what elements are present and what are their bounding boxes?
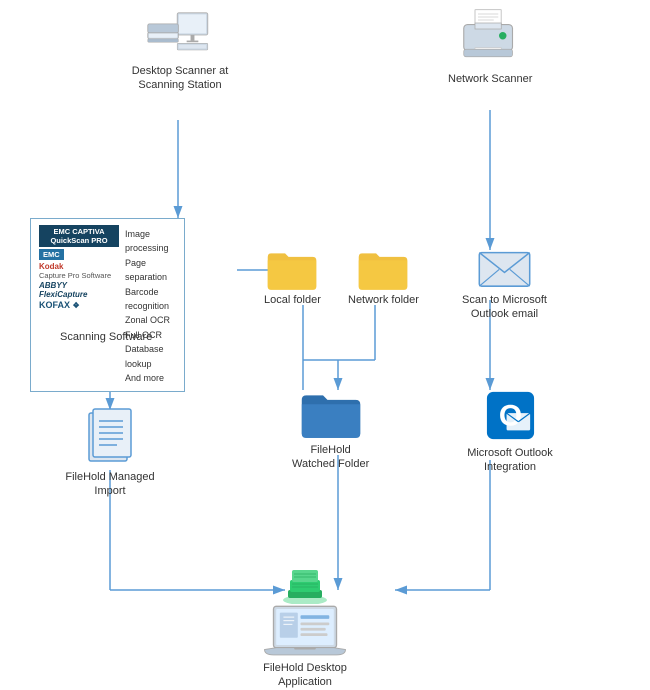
local-folder-icon: [266, 248, 318, 290]
filehold-desktop-node: FileHold DesktopApplication: [260, 562, 350, 690]
managed-import-node: FileHold Managed Import: [60, 405, 160, 499]
filehold-desktop-label: FileHold DesktopApplication: [263, 661, 347, 690]
managed-import-label: FileHold Managed Import: [60, 470, 160, 499]
local-folder-label: Local folder: [264, 293, 321, 307]
diagram: Desktop Scanner at Scanning Station Netw…: [0, 0, 650, 679]
network-folder-node: Network folder: [348, 248, 419, 307]
filehold-desktop-icon: [280, 562, 330, 604]
outlook-integration-label: Microsoft Outlook Integration: [455, 446, 565, 475]
network-folder-icon: [357, 248, 409, 290]
managed-import-icon: [85, 405, 135, 467]
network-scanner-node: Network Scanner: [448, 8, 532, 86]
watched-folder-icon: [300, 388, 362, 440]
scanning-software-label: Scanning Software: [60, 330, 152, 344]
local-folder-node: Local folder: [264, 248, 321, 307]
network-scanner-icon: [455, 8, 525, 68]
scan-to-email-node: Scan to MicrosoftOutlook email: [462, 248, 547, 322]
laptop-icon: [260, 604, 350, 659]
network-scanner-label: Network Scanner: [448, 72, 532, 86]
desktop-scanner-node: Desktop Scanner at Scanning Station: [130, 10, 230, 93]
outlook-icon: O: [483, 388, 538, 443]
watched-folder-label: FileHoldWatched Folder: [292, 443, 369, 472]
watched-folder-node: FileHoldWatched Folder: [292, 388, 369, 472]
desktop-scanner-icon: [145, 10, 215, 60]
scan-to-email-label: Scan to MicrosoftOutlook email: [462, 293, 547, 322]
scanning-software-box: EMC CAPTIVAQuickScan PRO EMC KodakCaptur…: [30, 218, 185, 392]
desktop-scanner-label: Desktop Scanner at Scanning Station: [130, 64, 230, 93]
outlook-integration-node: O Microsoft Outlook Integration: [455, 388, 565, 475]
envelope-icon: [477, 248, 532, 290]
network-folder-label: Network folder: [348, 293, 419, 307]
